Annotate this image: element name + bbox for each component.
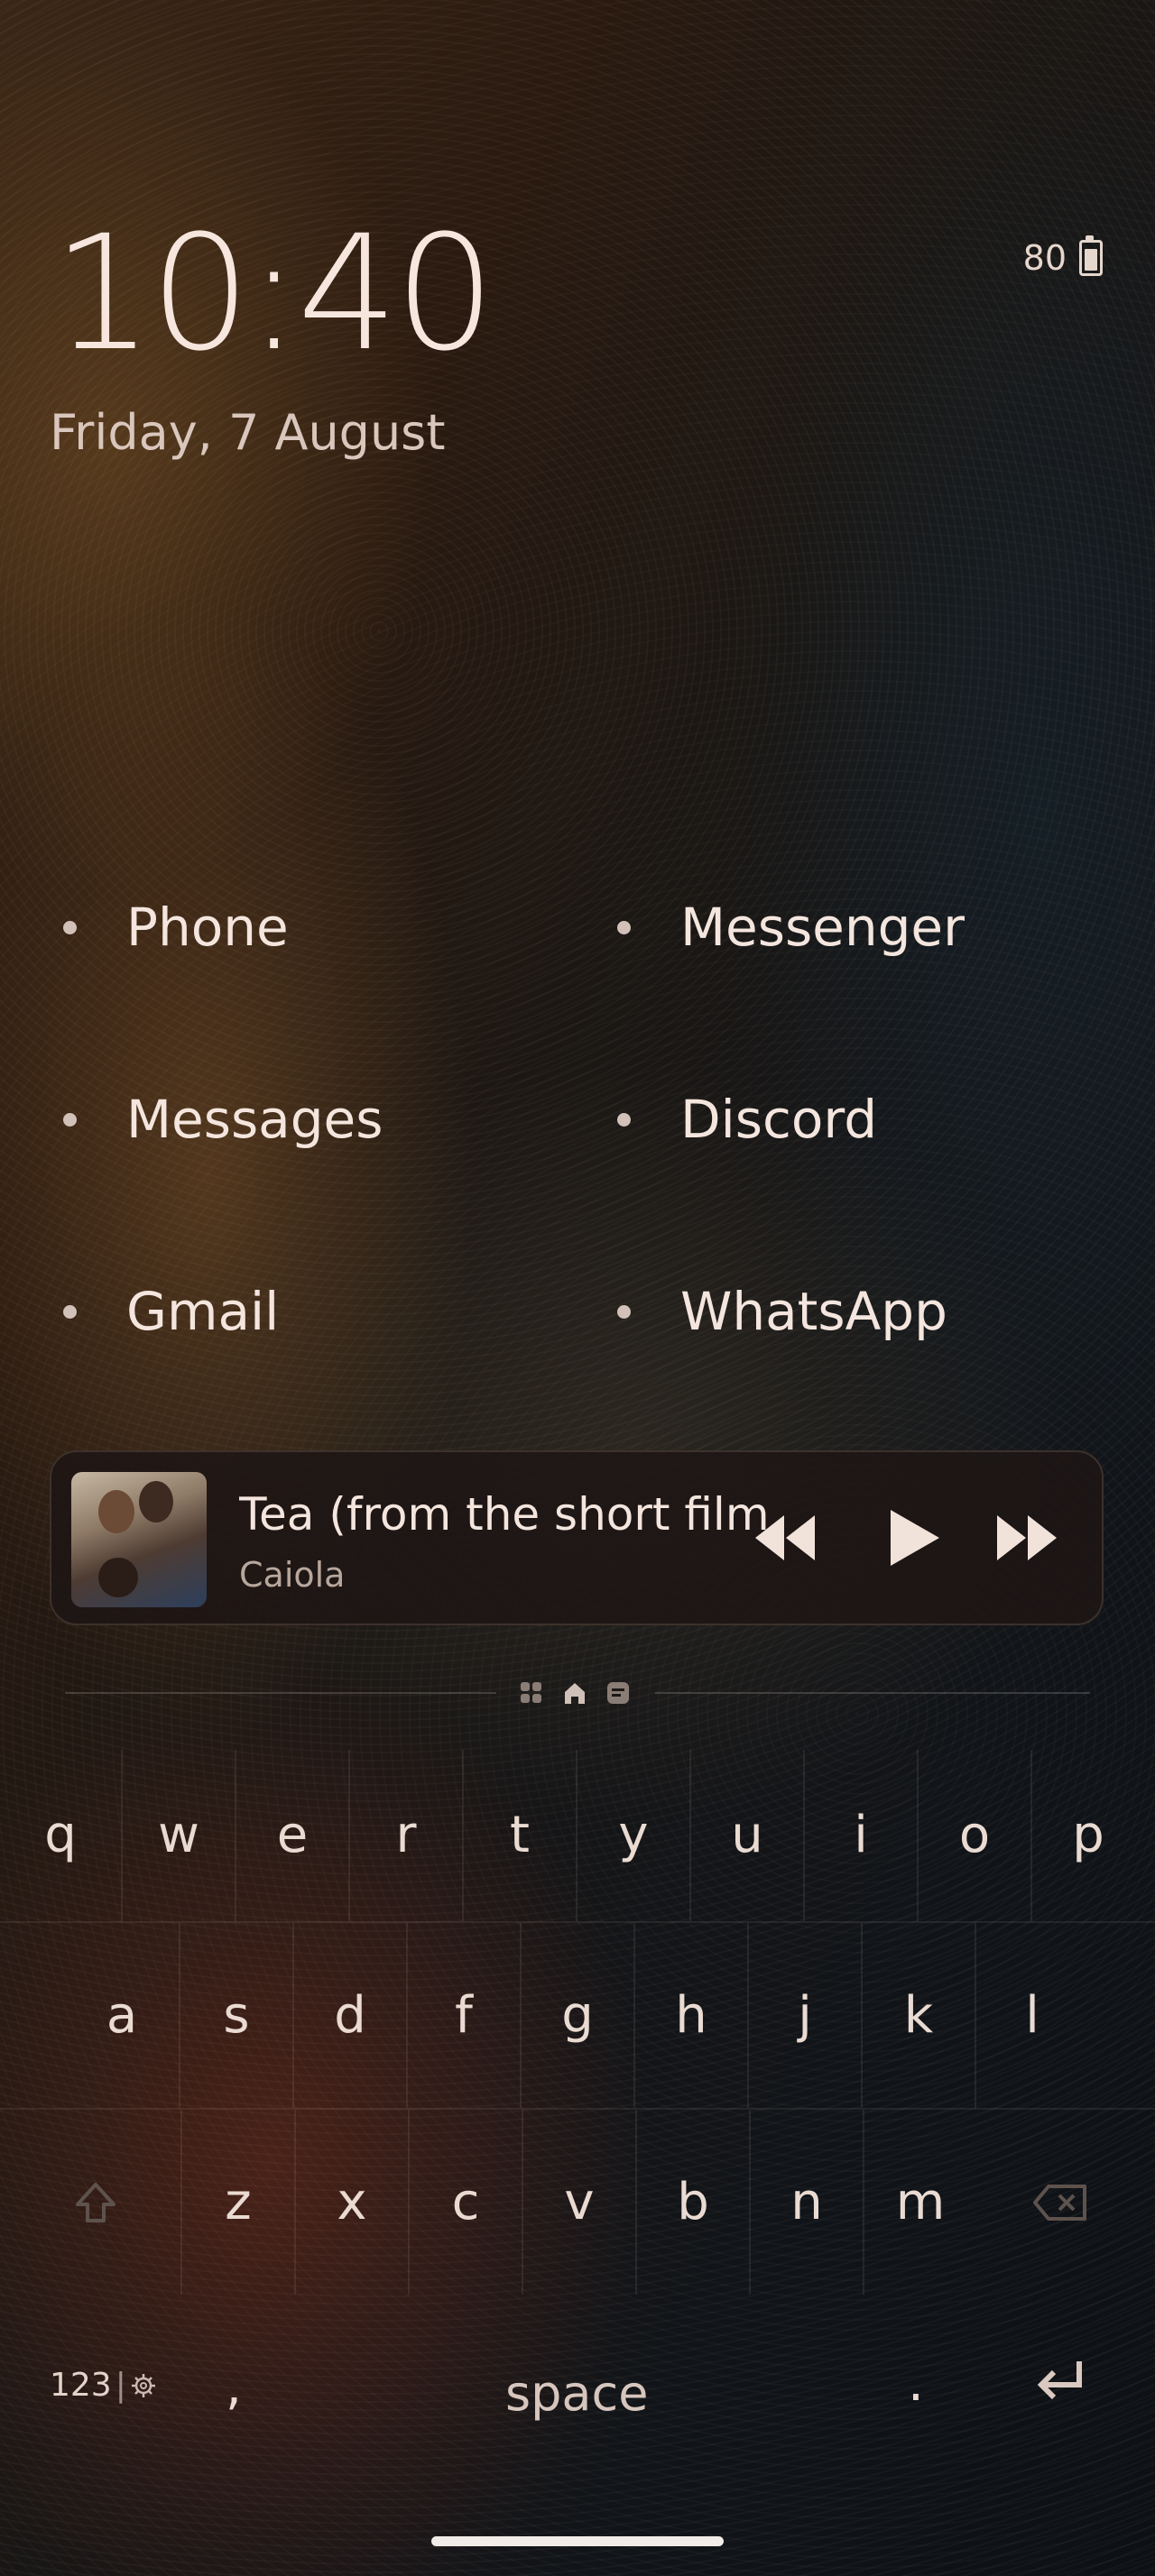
app-label: Gmail <box>126 1281 280 1342</box>
home-icon[interactable] <box>561 1679 588 1707</box>
battery-level: 80 <box>1022 238 1067 278</box>
key-w[interactable]: w <box>121 1750 235 1921</box>
enter-icon[interactable] <box>1032 2354 1088 2410</box>
track-artist: Caiola <box>239 1555 346 1595</box>
numbers-key[interactable]: 123 | <box>50 2367 157 2404</box>
app-label: WhatsApp <box>680 1281 947 1342</box>
media-player[interactable]: Tea (from the short film) Caiola <box>50 1450 1104 1625</box>
app-messages[interactable]: Messages <box>0 1065 556 1173</box>
fast-forward-icon[interactable] <box>995 1508 1060 1568</box>
separator: | <box>115 2367 126 2404</box>
key-p[interactable]: p <box>1030 1750 1144 1921</box>
bullet-icon <box>63 1112 77 1127</box>
key-a[interactable]: a <box>65 1923 179 2108</box>
clock: 10:40 <box>52 201 495 386</box>
keyboard-row-1: q w e r t y u i o p <box>0 1750 1155 1921</box>
page-indicator <box>65 1679 1090 1707</box>
app-gmail[interactable]: Gmail <box>0 1257 556 1366</box>
app-label: Discord <box>680 1089 878 1150</box>
space-key[interactable]: space <box>505 2365 648 2422</box>
key-q[interactable]: q <box>0 1750 121 1921</box>
widgets-icon[interactable] <box>518 1679 545 1707</box>
key-o[interactable]: o <box>917 1750 1030 1921</box>
key-x[interactable]: x <box>294 2110 408 2295</box>
bullet-icon <box>617 1304 631 1319</box>
app-phone[interactable]: Phone <box>0 873 556 981</box>
key-s[interactable]: s <box>179 1923 292 2108</box>
track-title: Tea (from the short film) <box>239 1488 766 1541</box>
app-discord[interactable]: Discord <box>556 1065 1155 1173</box>
date: Friday, 7 August <box>50 404 446 461</box>
key-g[interactable]: g <box>520 1923 633 2108</box>
battery-status: 80 <box>1022 235 1103 278</box>
battery-icon <box>1079 235 1103 276</box>
numbers-label: 123 <box>50 2367 112 2404</box>
bullet-icon <box>63 920 77 934</box>
key-z[interactable]: z <box>180 2110 294 2295</box>
key-r[interactable]: r <box>348 1750 462 1921</box>
key-h[interactable]: h <box>633 1923 747 2108</box>
app-shortcuts: Phone Messenger Messages Discord Gmail W… <box>0 873 1155 1449</box>
key-d[interactable]: d <box>292 1923 406 2108</box>
bullet-icon <box>617 1112 631 1127</box>
app-label: Phone <box>126 897 289 958</box>
gear-icon <box>131 2373 155 2397</box>
keyboard-row-3: z x c v b n m <box>0 2110 1155 2295</box>
key-n[interactable]: n <box>749 2110 863 2295</box>
keyboard-row-2: a s d f g h j k l <box>65 1923 1092 2108</box>
key-i[interactable]: i <box>803 1750 917 1921</box>
notes-icon[interactable] <box>605 1679 632 1707</box>
bullet-icon <box>63 1304 77 1319</box>
play-icon[interactable] <box>880 1508 945 1568</box>
shift-area <box>0 2110 180 2295</box>
divider <box>655 1692 1090 1694</box>
key-k[interactable]: k <box>861 1923 975 2108</box>
home-indicator[interactable] <box>431 2536 724 2546</box>
key-f[interactable]: f <box>406 1923 520 2108</box>
app-whatsapp[interactable]: WhatsApp <box>556 1257 1155 1366</box>
bullet-icon <box>617 920 631 934</box>
app-label: Messenger <box>680 897 965 958</box>
keyboard-row-4: 123 | , space . <box>0 2327 1155 2453</box>
backspace-icon[interactable] <box>1032 2183 1088 2222</box>
rewind-icon[interactable] <box>752 1508 817 1568</box>
key-t[interactable]: t <box>462 1750 576 1921</box>
key-m[interactable]: m <box>863 2110 976 2295</box>
key-e[interactable]: e <box>235 1750 348 1921</box>
comma-key[interactable]: , <box>226 2358 242 2416</box>
key-c[interactable]: c <box>408 2110 522 2295</box>
key-l[interactable]: l <box>975 1923 1088 2108</box>
period-key[interactable]: . <box>908 2354 924 2413</box>
key-b[interactable]: b <box>635 2110 749 2295</box>
divider <box>65 1692 496 1694</box>
app-messenger[interactable]: Messenger <box>556 873 1155 981</box>
key-j[interactable]: j <box>747 1923 861 2108</box>
key-v[interactable]: v <box>522 2110 635 2295</box>
key-u[interactable]: u <box>689 1750 803 1921</box>
album-art <box>71 1472 207 1607</box>
key-y[interactable]: y <box>576 1750 689 1921</box>
app-label: Messages <box>126 1089 383 1150</box>
